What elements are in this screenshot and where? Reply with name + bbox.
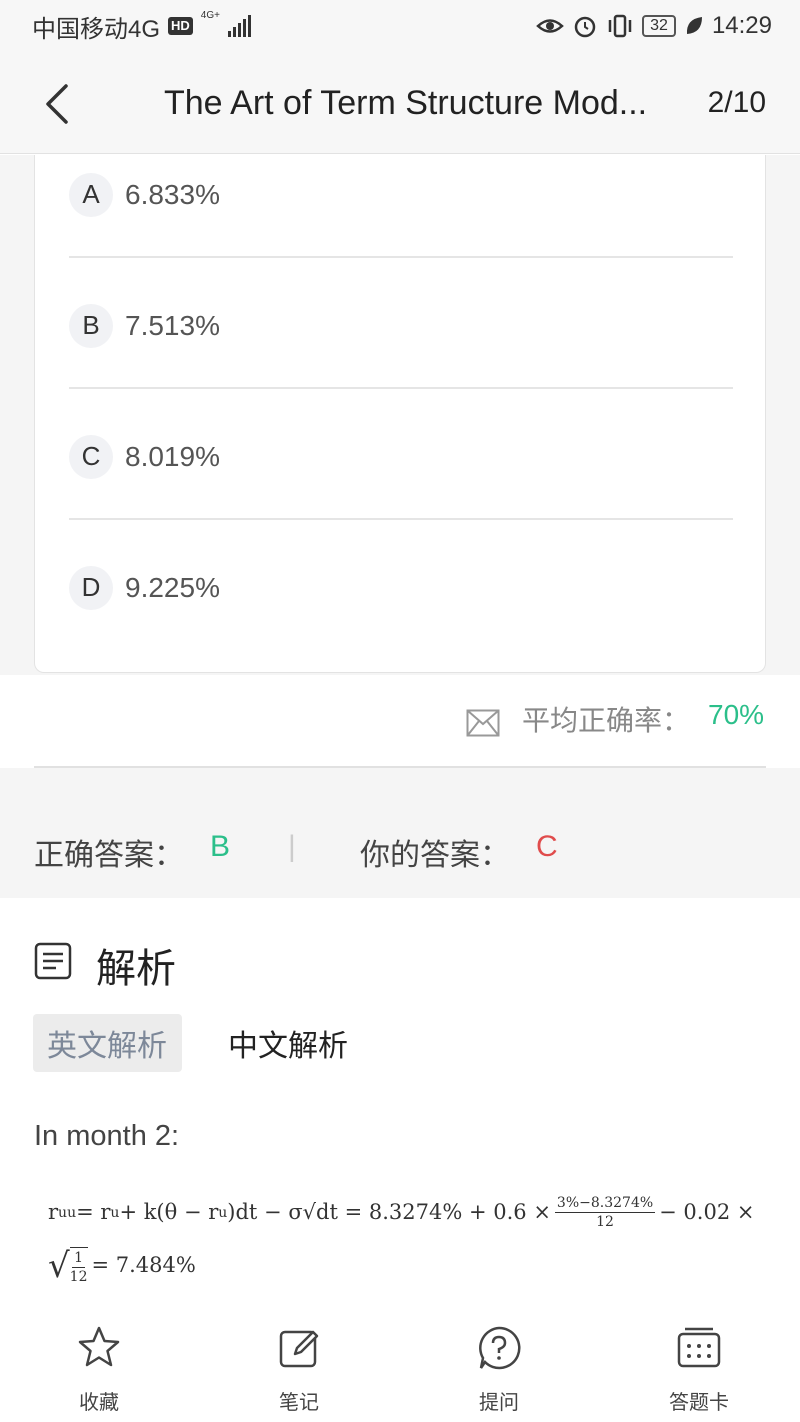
ask-button[interactable]: 提问	[444, 1324, 554, 1420]
formula-part: + k(θ − r	[119, 1200, 219, 1224]
answer-card-button[interactable]: 答题卡	[644, 1324, 754, 1420]
battery-level: 32	[650, 17, 668, 34]
option-letter: A	[69, 172, 113, 217]
tab-english-analysis[interactable]: 英文解析	[33, 1014, 182, 1072]
formula-part: = r	[76, 1200, 111, 1224]
formula-part: )dt − σ√dt = 8.3274% + 0.6 ×	[227, 1200, 551, 1224]
option-letter: B	[69, 303, 113, 348]
envelope-icon[interactable]	[466, 709, 500, 737]
divider	[69, 256, 733, 258]
question-bubble-icon	[479, 1326, 521, 1370]
star-icon	[78, 1326, 120, 1367]
battery-icon: 32	[642, 15, 676, 37]
document-icon	[34, 942, 72, 980]
sqrt-icon: √	[48, 1245, 70, 1286]
network-type: 4G+	[200, 9, 220, 21]
tab-chinese-analysis[interactable]: 中文解析	[214, 1014, 362, 1072]
formula-part: − 0.02 ×	[659, 1200, 755, 1224]
analysis-intro: In month 2:	[34, 1120, 180, 1152]
analysis-formula: r uu = ru + k(θ − r u)dt − σ√dt = 8.3274% …	[48, 1196, 768, 1284]
option-d[interactable]: D 9.225%	[69, 522, 733, 653]
fraction-numerator: 1	[72, 1250, 86, 1268]
answer-card-icon	[677, 1327, 721, 1368]
option-value: 8.019%	[125, 440, 220, 472]
avg-correct-value: 70%	[708, 699, 765, 730]
question-counter: 2/10	[707, 86, 766, 119]
fraction-numerator: 3%−8.3274%	[554, 1195, 656, 1213]
correct-answer-value: B	[210, 830, 231, 863]
formula-subscript: uu	[58, 1204, 77, 1221]
option-letter: C	[69, 434, 113, 479]
back-button[interactable]	[40, 82, 80, 126]
formula-subscript: u	[110, 1204, 120, 1221]
favorite-button[interactable]: 收藏	[44, 1324, 154, 1420]
signal-icon	[227, 15, 251, 37]
option-a[interactable]: A 6.833%	[69, 129, 733, 260]
correct-answer-label: 正确答案：	[34, 839, 184, 872]
eye-icon	[536, 19, 564, 33]
your-answer-value: C	[536, 830, 558, 863]
chevron-left-icon	[46, 84, 68, 124]
clock-time: 14:29	[711, 12, 772, 39]
favorite-label: 收藏	[79, 1392, 119, 1414]
option-value: 7.513%	[125, 309, 220, 341]
divider	[69, 518, 733, 520]
option-value: 9.225%	[125, 571, 220, 603]
status-bar: 中国移动4G HD 4G+ 32 14:29	[0, 0, 800, 52]
alarm-icon	[574, 16, 596, 38]
fraction: 3%−8.3274% 12	[554, 1195, 656, 1230]
stats-row: 平均正确率： 70%	[0, 675, 800, 767]
option-c[interactable]: C 8.019%	[69, 391, 733, 522]
divider	[69, 387, 733, 389]
formula-line-2: √ 1 12 = 7.484%	[48, 1247, 768, 1284]
hd-badge: HD	[168, 17, 193, 35]
option-value: 6.833%	[125, 178, 220, 210]
vibrate-icon	[608, 14, 632, 38]
bottom-toolbar: 收藏 笔记 提问 答题卡	[0, 1316, 800, 1422]
option-letter: D	[69, 565, 113, 610]
page-title: The Art of Term Structure Mod...	[164, 84, 648, 122]
leaf-icon	[686, 17, 702, 34]
answer-row: 正确答案： B | 你的答案： C	[0, 768, 800, 898]
ask-label: 提问	[479, 1392, 519, 1414]
notes-label: 笔记	[279, 1392, 319, 1414]
formula-part: = 7.484%	[91, 1253, 196, 1277]
fraction-denominator: 12	[596, 1214, 614, 1230]
formula-subscript: u	[218, 1204, 228, 1221]
answer-separator: |	[288, 830, 296, 863]
answer-card-label: 答题卡	[669, 1392, 729, 1414]
formula-line-1: r uu = ru + k(θ − r u)dt − σ√dt = 8.3274% …	[48, 1196, 768, 1229]
notes-button[interactable]: 笔记	[244, 1324, 354, 1420]
options-card: A 6.833% B 7.513% C 8.019% D 9.225%	[34, 155, 766, 673]
analysis-heading: 解析	[96, 947, 176, 991]
carrier-label: 中国移动4G	[32, 15, 161, 43]
status-left: 中国移动4G HD 4G+	[32, 9, 251, 44]
your-answer-label: 你的答案：	[360, 839, 510, 872]
fraction-denominator: 12	[69, 1269, 88, 1285]
avg-correct-label: 平均正确率：	[522, 705, 691, 736]
edit-note-icon	[279, 1330, 319, 1368]
formula-part: r	[48, 1200, 59, 1224]
fraction: 1 12	[69, 1247, 88, 1285]
option-b[interactable]: B 7.513%	[69, 260, 733, 391]
status-right: 32 14:29	[536, 12, 772, 40]
